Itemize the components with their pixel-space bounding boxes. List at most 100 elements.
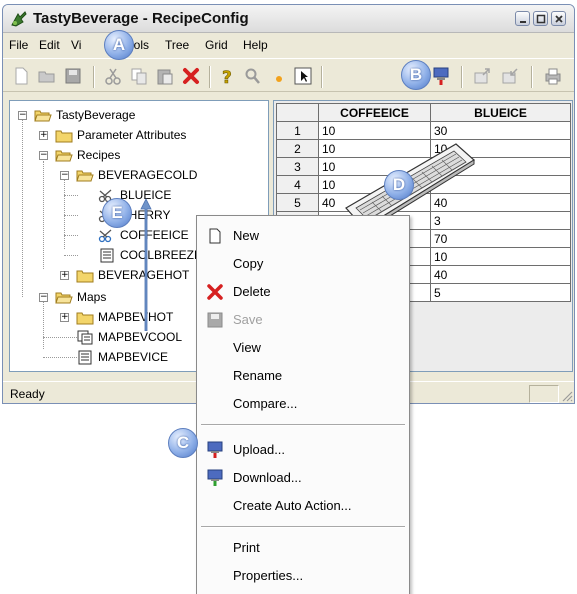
close-button[interactable] — [551, 11, 566, 26]
document-icon — [78, 350, 92, 365]
menu-item-upload[interactable]: Upload... — [197, 438, 409, 462]
toolbar-separator — [531, 66, 533, 88]
export-icon[interactable] — [473, 66, 493, 86]
tree-guide — [43, 161, 44, 269]
menu-tree[interactable]: Tree — [165, 38, 189, 52]
grid-header-row: COFFEEICE BLUEICE — [276, 103, 571, 122]
new-icon[interactable] — [11, 66, 31, 86]
menu-view[interactable]: Vi — [71, 38, 81, 52]
copy-icon[interactable] — [129, 66, 149, 86]
minimize-button[interactable] — [515, 11, 530, 26]
grid-corner-cell — [276, 103, 319, 122]
find-icon[interactable] — [243, 66, 263, 86]
arrow-up-icon — [140, 198, 152, 331]
help-icon[interactable]: ? — [217, 66, 237, 86]
tree-guide — [64, 179, 65, 249]
save-icon — [207, 312, 223, 328]
menu-item-compare[interactable]: Compare... — [197, 392, 409, 416]
toolbar-separator — [321, 66, 323, 88]
toolbar: ? — [3, 58, 574, 92]
folder-open-icon — [55, 150, 73, 162]
map-icon — [77, 330, 93, 345]
menu-item-download[interactable]: Download... — [197, 466, 409, 490]
maximize-icon — [536, 14, 546, 24]
select-icon[interactable] — [293, 66, 313, 86]
grid-cell[interactable]: 70 — [430, 229, 571, 248]
folder-icon — [76, 270, 94, 283]
tree-collapse-toggle[interactable]: − — [39, 293, 48, 302]
grid-cell[interactable]: 5 — [430, 283, 571, 302]
callout-d: D — [384, 170, 414, 200]
document-icon — [100, 248, 114, 263]
delete-icon[interactable] — [181, 66, 201, 86]
toolbar-separator — [93, 66, 95, 88]
tree-collapse-toggle[interactable]: − — [39, 151, 48, 160]
resize-grip-icon[interactable] — [561, 390, 573, 402]
grid-cell[interactable]: 10 — [430, 247, 571, 266]
callout-b: B — [401, 60, 431, 90]
row-number: 4 — [276, 175, 319, 194]
menu-item-view[interactable]: View — [197, 336, 409, 360]
folder-open-icon — [34, 110, 52, 122]
menu-separator — [201, 424, 405, 426]
tree-guide — [64, 235, 78, 236]
context-menu: New Copy Delete Save View Rename Compare… — [196, 215, 410, 594]
tree-guide — [22, 117, 23, 297]
grid-column-header[interactable]: BLUEICE — [430, 103, 571, 122]
minimize-icon — [520, 21, 526, 23]
dot-icon[interactable] — [269, 66, 289, 86]
menu-edit[interactable]: Edit — [39, 38, 60, 52]
menu-item-properties[interactable]: Properties... — [197, 564, 409, 588]
cut-icon[interactable] — [103, 66, 123, 86]
menu-help[interactable]: Help — [243, 38, 268, 52]
folder-open-icon — [76, 170, 94, 182]
menu-item-delete[interactable]: Delete — [197, 280, 409, 304]
download-icon — [207, 469, 223, 486]
menu-item-rename[interactable]: Rename — [197, 364, 409, 388]
maximize-button[interactable] — [533, 11, 548, 26]
menu-item-save[interactable]: Save — [197, 308, 409, 332]
tree-collapse-toggle[interactable]: − — [60, 171, 69, 180]
paste-icon[interactable] — [155, 66, 175, 86]
app-icon — [11, 11, 27, 27]
row-number: 5 — [276, 193, 319, 212]
grid-cell[interactable]: 40 — [430, 265, 571, 284]
toolbar-separator — [209, 66, 211, 88]
tree-expand-toggle[interactable]: + — [60, 271, 69, 280]
folder-icon — [76, 312, 94, 325]
open-icon[interactable] — [37, 66, 57, 86]
status-panel — [529, 385, 559, 403]
import-icon[interactable] — [501, 66, 521, 86]
menu-grid[interactable]: Grid — [205, 38, 228, 52]
menu-item-create-auto-action[interactable]: Create Auto Action... — [197, 494, 409, 518]
folder-icon — [55, 130, 73, 143]
menu-item-copy[interactable]: Copy — [197, 252, 409, 276]
close-icon — [555, 15, 563, 23]
new-icon — [209, 228, 221, 244]
row-number: 2 — [276, 139, 319, 158]
upload-icon — [207, 441, 223, 458]
upload-icon[interactable] — [431, 66, 451, 86]
tree-expand-toggle[interactable]: + — [60, 313, 69, 322]
save-icon[interactable] — [63, 66, 83, 86]
menu-item-print[interactable]: Print — [197, 536, 409, 560]
print-icon[interactable] — [543, 66, 563, 86]
toolbar-separator — [461, 66, 463, 88]
callout-c: C — [168, 428, 198, 458]
tree-collapse-toggle[interactable]: − — [18, 111, 27, 120]
status-text: Ready — [10, 387, 45, 401]
menu-file[interactable]: File — [9, 38, 28, 52]
menu-item-new[interactable]: New — [197, 224, 409, 248]
grid-column-header[interactable]: COFFEEICE — [318, 103, 431, 122]
tree-guide — [43, 337, 77, 338]
delete-icon — [207, 284, 223, 300]
recipe-scissor-icon — [98, 229, 112, 243]
menu-separator — [201, 526, 405, 528]
tree-guide — [64, 195, 78, 196]
svg-text:?: ? — [222, 68, 232, 86]
title-bar: TastyBeverage - RecipeConfig — [3, 5, 574, 33]
tree-guide — [43, 301, 44, 349]
tree-guide — [43, 357, 77, 358]
tree-expand-toggle[interactable]: + — [39, 131, 48, 140]
window-title: TastyBeverage - RecipeConfig — [33, 10, 249, 27]
